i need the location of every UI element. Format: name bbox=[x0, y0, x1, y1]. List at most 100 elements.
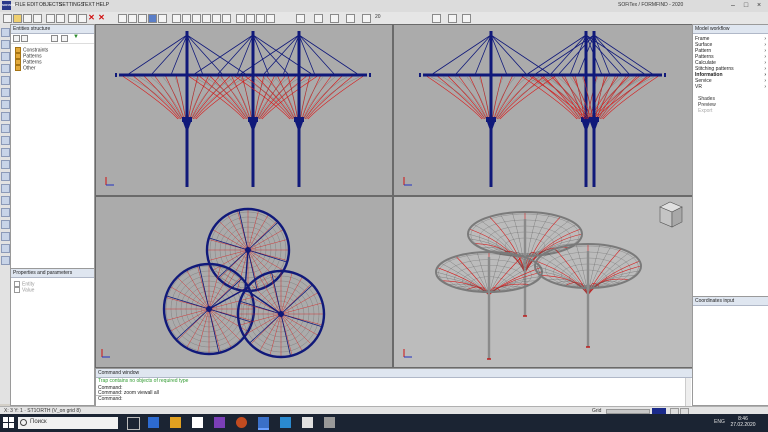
viewport-top[interactable] bbox=[95, 196, 393, 368]
app-icon[interactable] bbox=[324, 417, 335, 428]
tool-rotate-icon[interactable] bbox=[1, 232, 10, 241]
keyboard-language[interactable]: ENG bbox=[714, 419, 725, 425]
visual-studio-icon[interactable] bbox=[214, 417, 225, 428]
tool-point-icon[interactable] bbox=[1, 40, 10, 49]
workflow-subitem[interactable]: Export bbox=[693, 108, 768, 114]
new-file-icon[interactable] bbox=[3, 14, 12, 23]
tool-load-icon[interactable] bbox=[1, 172, 10, 181]
zoom-in-icon[interactable] bbox=[172, 14, 181, 23]
layout-icon[interactable] bbox=[158, 14, 167, 23]
mast-cone bbox=[582, 122, 590, 133]
ortho-icon[interactable] bbox=[362, 14, 371, 23]
move-icon[interactable] bbox=[314, 14, 323, 23]
menu-help[interactable]: HELP bbox=[96, 2, 109, 8]
tool-mirror-icon[interactable] bbox=[1, 244, 10, 253]
view-side-icon[interactable] bbox=[128, 14, 137, 23]
open-folder-icon[interactable] bbox=[13, 14, 22, 23]
yandex-app-icon[interactable] bbox=[236, 417, 247, 428]
view-top-icon[interactable] bbox=[138, 14, 147, 23]
expand-icon[interactable] bbox=[13, 35, 20, 42]
viewport-side[interactable] bbox=[393, 24, 693, 196]
property-row[interactable]: Value bbox=[14, 287, 94, 293]
clock[interactable]: 8:46 27.02.2020 bbox=[728, 416, 758, 428]
tool-move-icon[interactable] bbox=[1, 208, 10, 217]
tool-copy-icon[interactable] bbox=[1, 220, 10, 229]
point-icon[interactable] bbox=[432, 14, 441, 23]
menu-settings[interactable]: SETTINGS bbox=[59, 2, 84, 8]
tree-item[interactable]: Other bbox=[15, 65, 94, 71]
command-input[interactable]: Command: bbox=[96, 395, 122, 403]
tool-circle-icon[interactable] bbox=[1, 88, 10, 97]
tool-dimension-icon[interactable] bbox=[1, 184, 10, 193]
windows-start-icon[interactable] bbox=[3, 417, 14, 428]
tool-support-icon[interactable] bbox=[1, 160, 10, 169]
command-scrollbar[interactable] bbox=[685, 378, 691, 406]
sofistik-app-icon[interactable] bbox=[258, 417, 269, 428]
render-icon[interactable] bbox=[236, 14, 245, 23]
task-view-icon[interactable] bbox=[127, 417, 140, 430]
app-icon[interactable] bbox=[302, 417, 313, 428]
chrome-app-icon[interactable] bbox=[192, 417, 203, 428]
copy-icon[interactable] bbox=[78, 14, 87, 23]
workflow-item[interactable]: VR › bbox=[693, 84, 768, 90]
shade-icon[interactable] bbox=[256, 14, 265, 23]
explorer-app-icon[interactable] bbox=[170, 417, 181, 428]
line-icon[interactable] bbox=[448, 14, 457, 23]
zoom-value[interactable]: 20 bbox=[375, 14, 381, 20]
tool-select-icon[interactable] bbox=[1, 28, 10, 37]
arc-icon[interactable] bbox=[462, 14, 471, 23]
save-icon[interactable] bbox=[23, 14, 32, 23]
mesh-icon[interactable] bbox=[266, 14, 275, 23]
menu-file[interactable]: FILE bbox=[15, 2, 26, 8]
wireframe-icon[interactable] bbox=[246, 14, 255, 23]
menu-text[interactable]: TEXT bbox=[82, 2, 95, 8]
delete-icon[interactable]: ✕ bbox=[88, 14, 95, 22]
collapse-icon[interactable] bbox=[21, 35, 28, 42]
lock-icon[interactable] bbox=[61, 35, 68, 42]
tool-text-icon[interactable] bbox=[1, 196, 10, 205]
snap-icon[interactable] bbox=[346, 14, 355, 23]
visible-icon[interactable] bbox=[51, 35, 58, 42]
minimize-icon[interactable]: – bbox=[728, 1, 738, 10]
taskbar-search[interactable]: Поиск bbox=[18, 417, 118, 429]
tool-cable-icon[interactable] bbox=[1, 136, 10, 145]
close-icon[interactable]: × bbox=[754, 1, 764, 10]
view-front-icon[interactable] bbox=[118, 14, 127, 23]
radial-cable bbox=[197, 308, 210, 353]
select-icon[interactable] bbox=[296, 14, 305, 23]
pan-icon[interactable] bbox=[192, 14, 201, 23]
settings-app-icon[interactable] bbox=[280, 417, 291, 428]
filter-icon[interactable]: ▼ bbox=[73, 34, 79, 40]
measure-icon[interactable] bbox=[330, 14, 339, 23]
checkbox-icon[interactable] bbox=[14, 287, 20, 293]
tool-scale-icon[interactable] bbox=[1, 256, 10, 265]
zoom-all-icon[interactable] bbox=[212, 14, 221, 23]
tool-polyline-icon[interactable] bbox=[1, 64, 10, 73]
tool-surface-icon[interactable] bbox=[1, 112, 10, 121]
tool-arc-icon[interactable] bbox=[1, 76, 10, 85]
menu-edit[interactable]: EDIT bbox=[27, 2, 38, 8]
view-cube-icon[interactable] bbox=[659, 201, 683, 228]
redo-icon[interactable] bbox=[56, 14, 65, 23]
radial-cable bbox=[169, 308, 210, 332]
stay-cable bbox=[236, 34, 254, 76]
zoom-window-icon[interactable] bbox=[222, 14, 231, 23]
print-icon[interactable] bbox=[33, 14, 42, 23]
tool-mesh-icon[interactable] bbox=[1, 124, 10, 133]
tool-spline-icon[interactable] bbox=[1, 100, 10, 109]
zoom-out-icon[interactable] bbox=[182, 14, 191, 23]
radial-cable bbox=[280, 313, 319, 336]
tool-mast-icon[interactable] bbox=[1, 148, 10, 157]
cut-icon[interactable] bbox=[68, 14, 77, 23]
word-app-icon[interactable] bbox=[148, 417, 159, 428]
maximize-icon[interactable]: □ bbox=[741, 1, 751, 10]
viewport-perspective[interactable] bbox=[393, 196, 693, 368]
view-3d-icon[interactable] bbox=[148, 14, 157, 23]
rotate-icon[interactable] bbox=[202, 14, 211, 23]
membrane-cable bbox=[479, 74, 490, 120]
tool-line-icon[interactable] bbox=[1, 52, 10, 61]
delete-all-icon[interactable]: ✕ bbox=[98, 14, 105, 22]
undo-icon[interactable] bbox=[46, 14, 55, 23]
viewport-front[interactable] bbox=[95, 24, 393, 196]
search-input[interactable]: Поиск bbox=[30, 419, 47, 425]
